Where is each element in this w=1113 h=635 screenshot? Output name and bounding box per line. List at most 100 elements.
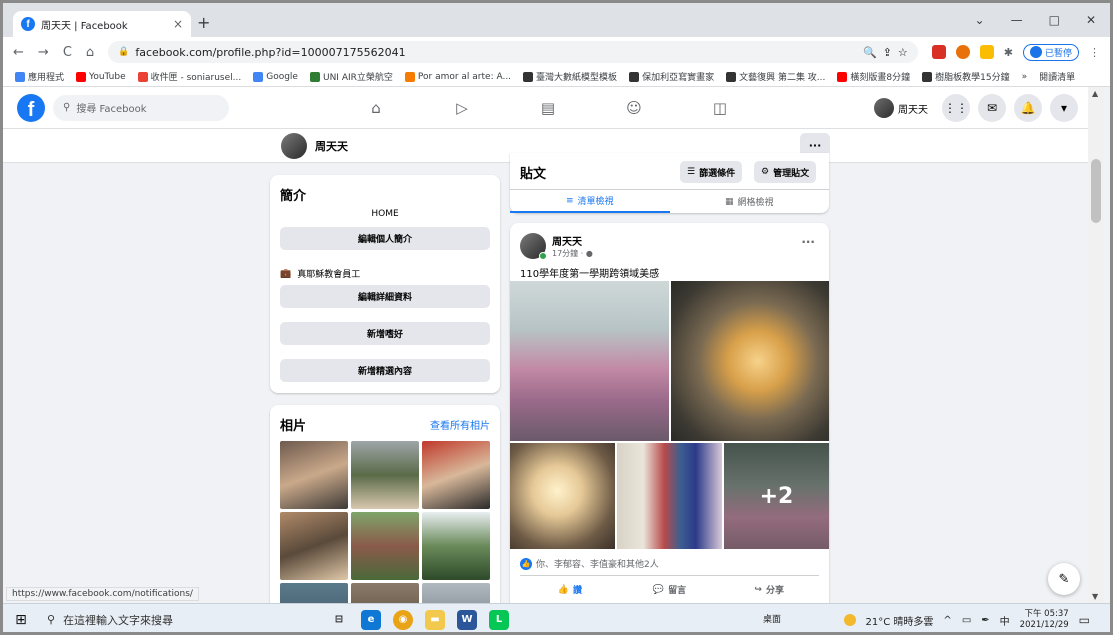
line-icon[interactable]: L — [489, 609, 509, 630]
photo-thumbnail[interactable] — [422, 441, 490, 509]
share-button[interactable]: ↪ 分享 — [719, 576, 819, 603]
bookmark-item[interactable]: 樹脂板教學15分鐘 — [922, 70, 1010, 83]
post-photo-lamp[interactable] — [671, 281, 829, 441]
clock[interactable]: 下午 05:37 2021/12/29 — [1020, 609, 1069, 631]
forward-button[interactable]: → — [38, 45, 49, 60]
back-button[interactable]: ← — [13, 45, 24, 60]
file-explorer-icon[interactable]: ▬ — [425, 609, 445, 630]
facebook-logo-icon[interactable]: f — [17, 93, 45, 122]
facebook-search-input[interactable]: ⚲ 搜尋 Facebook — [53, 94, 229, 121]
add-hobbies-button[interactable]: 新增嗜好 — [280, 322, 490, 345]
tab-close-icon[interactable]: × — [173, 17, 183, 31]
weather-sun-icon[interactable] — [843, 614, 856, 626]
extension-orange-icon[interactable] — [955, 45, 970, 59]
post-photo-calligraphy[interactable] — [617, 443, 722, 549]
post-time[interactable]: 17分鐘 · ● — [552, 248, 593, 259]
profile-paused-button[interactable]: 已暫停 — [1022, 43, 1079, 61]
lock-icon[interactable]: 🔒 — [118, 47, 129, 57]
bookmark-item[interactable]: Google — [253, 71, 298, 82]
bookmark-item[interactable]: 收件匣 - soniarusel... — [137, 70, 241, 83]
add-featured-button[interactable]: 新增精選內容 — [280, 359, 490, 382]
maximize-button[interactable]: □ — [1049, 13, 1060, 27]
tray-chevron-up-icon[interactable]: ^ — [943, 615, 951, 626]
bookmark-item[interactable]: 應用程式 — [15, 70, 64, 83]
bookmark-item[interactable]: 保加利亞寫實畫家 — [629, 70, 714, 83]
post-options-icon[interactable]: ··· — [801, 235, 815, 249]
scroll-up-arrow-icon[interactable]: ▲ — [1092, 89, 1098, 98]
edit-details-button[interactable]: 編輯詳細資料 — [280, 285, 490, 308]
desktop-toolbar-label[interactable]: 桌面 — [763, 612, 781, 625]
bookmark-item[interactable]: 橫刻版畫8分鐘 — [837, 70, 910, 83]
tab-search-icon[interactable]: ⌄ — [975, 13, 985, 27]
edge-icon[interactable]: e — [361, 609, 381, 630]
zoom-icon[interactable]: 🔍 — [863, 46, 877, 59]
weather-text[interactable]: 21°C 晴時多雲 — [866, 613, 934, 628]
watch-nav-icon[interactable]: ▷ — [419, 87, 505, 129]
close-window-button[interactable]: ✕ — [1086, 13, 1096, 27]
post-reactions[interactable]: 👍 你、李郁容、李值豪和其他2人 — [520, 557, 659, 570]
avatar[interactable] — [520, 233, 547, 260]
post-photo-group[interactable] — [510, 281, 669, 441]
notification-center-icon[interactable]: ▭ — [1079, 613, 1090, 627]
messenger-icon[interactable]: ✉ — [978, 94, 1006, 122]
battery-icon[interactable]: ▭ — [962, 615, 971, 626]
chrome-menu-icon[interactable]: ⋮ — [1089, 46, 1100, 59]
photo-thumbnail[interactable] — [280, 441, 348, 509]
like-button[interactable]: 👍 讚 — [520, 576, 620, 603]
bookmark-item[interactable]: YouTube — [76, 71, 126, 82]
url-text[interactable]: facebook.com/profile.php?id=100007175562… — [135, 46, 857, 59]
edit-bio-button[interactable]: 編輯個人簡介 — [280, 227, 490, 250]
scroll-down-arrow-icon[interactable]: ▼ — [1092, 592, 1098, 601]
post-photo-light[interactable] — [510, 443, 615, 549]
new-tab-button[interactable]: + — [197, 13, 210, 32]
new-message-compose-icon[interactable]: ✎ — [1048, 563, 1080, 595]
bookmark-item[interactable]: UNI AIR立榮航空 — [309, 70, 393, 83]
extension-yellow-icon[interactable] — [979, 45, 994, 59]
groups-nav-icon[interactable]: ☺ — [591, 87, 677, 129]
share-icon[interactable]: ⇪ — [883, 46, 892, 59]
task-view-icon[interactable]: ⊟ — [329, 610, 349, 630]
photo-thumbnail[interactable] — [422, 512, 490, 580]
chrome-icon[interactable]: ◉ — [393, 609, 413, 630]
see-all-photos-link[interactable]: 查看所有相片 — [430, 417, 490, 432]
tab-list-view[interactable]: ≡ 清單檢視 — [510, 190, 670, 213]
post-author-name[interactable]: 周天天 — [552, 233, 593, 248]
profile-shortcut[interactable]: 周天天 — [872, 96, 934, 120]
home-nav-icon[interactable]: ⌂ — [333, 87, 419, 129]
bookmark-item[interactable]: 文藝復興 第二集 攻... — [726, 70, 825, 83]
reload-button[interactable]: C — [63, 45, 72, 60]
taskbar-search-input[interactable]: ⚲ 在這裡輸入文字來搜尋 — [39, 607, 269, 633]
photo-thumbnail[interactable] — [351, 512, 419, 580]
gaming-nav-icon[interactable]: ◫ — [677, 87, 763, 129]
filter-button[interactable]: ☰ 篩選條件 — [680, 161, 743, 183]
bookmark-item[interactable]: 臺灣大數紙模型模板 — [523, 70, 617, 83]
browser-tab[interactable]: f 周天天 | Facebook × — [13, 11, 191, 37]
more-photos-overlay[interactable]: +2 — [724, 443, 829, 549]
photo-thumbnail[interactable] — [351, 441, 419, 509]
tab-grid-view[interactable]: ▦ 網格檢視 — [670, 190, 830, 213]
bookmark-favicon-icon — [76, 71, 87, 82]
account-chevron-down-icon[interactable]: ▾ — [1050, 94, 1078, 122]
manage-posts-button[interactable]: ⚙ 管理貼文 — [754, 161, 817, 183]
extension-red-icon[interactable] — [931, 45, 946, 59]
minimize-button[interactable]: — — [1011, 13, 1023, 27]
pen-icon[interactable]: ✒ — [981, 615, 989, 626]
address-bar[interactable]: 🔒 facebook.com/profile.php?id=1000071755… — [108, 41, 918, 63]
notifications-bell-icon[interactable]: 🔔 — [1014, 94, 1042, 122]
word-icon[interactable]: W — [457, 609, 477, 630]
ime-indicator[interactable]: 中 — [1000, 613, 1010, 628]
bookmark-item[interactable]: Por amor al arte: A... — [404, 71, 511, 82]
menu-grid-icon[interactable]: ⋮⋮ — [942, 94, 970, 122]
scroll-thumb[interactable] — [1091, 159, 1101, 223]
marketplace-nav-icon[interactable]: ▤ — [505, 87, 591, 129]
photo-thumbnail[interactable] — [280, 512, 348, 580]
bookmark-star-icon[interactable]: ☆ — [898, 46, 908, 59]
comment-button[interactable]: 💬 留言 — [620, 576, 720, 603]
page-scrollbar[interactable]: ▲ ▼ — [1088, 87, 1104, 603]
extensions-puzzle-icon[interactable]: ✱ — [1004, 46, 1013, 59]
profile-sticky-name[interactable]: 周天天 — [281, 133, 348, 159]
bookmarks-more-button[interactable]: » — [1022, 72, 1028, 82]
windows-start-icon[interactable]: ⊞ — [3, 612, 39, 628]
home-button[interactable]: ⌂ — [86, 45, 94, 60]
reading-list-button[interactable]: 閱讀清單 — [1039, 70, 1075, 83]
